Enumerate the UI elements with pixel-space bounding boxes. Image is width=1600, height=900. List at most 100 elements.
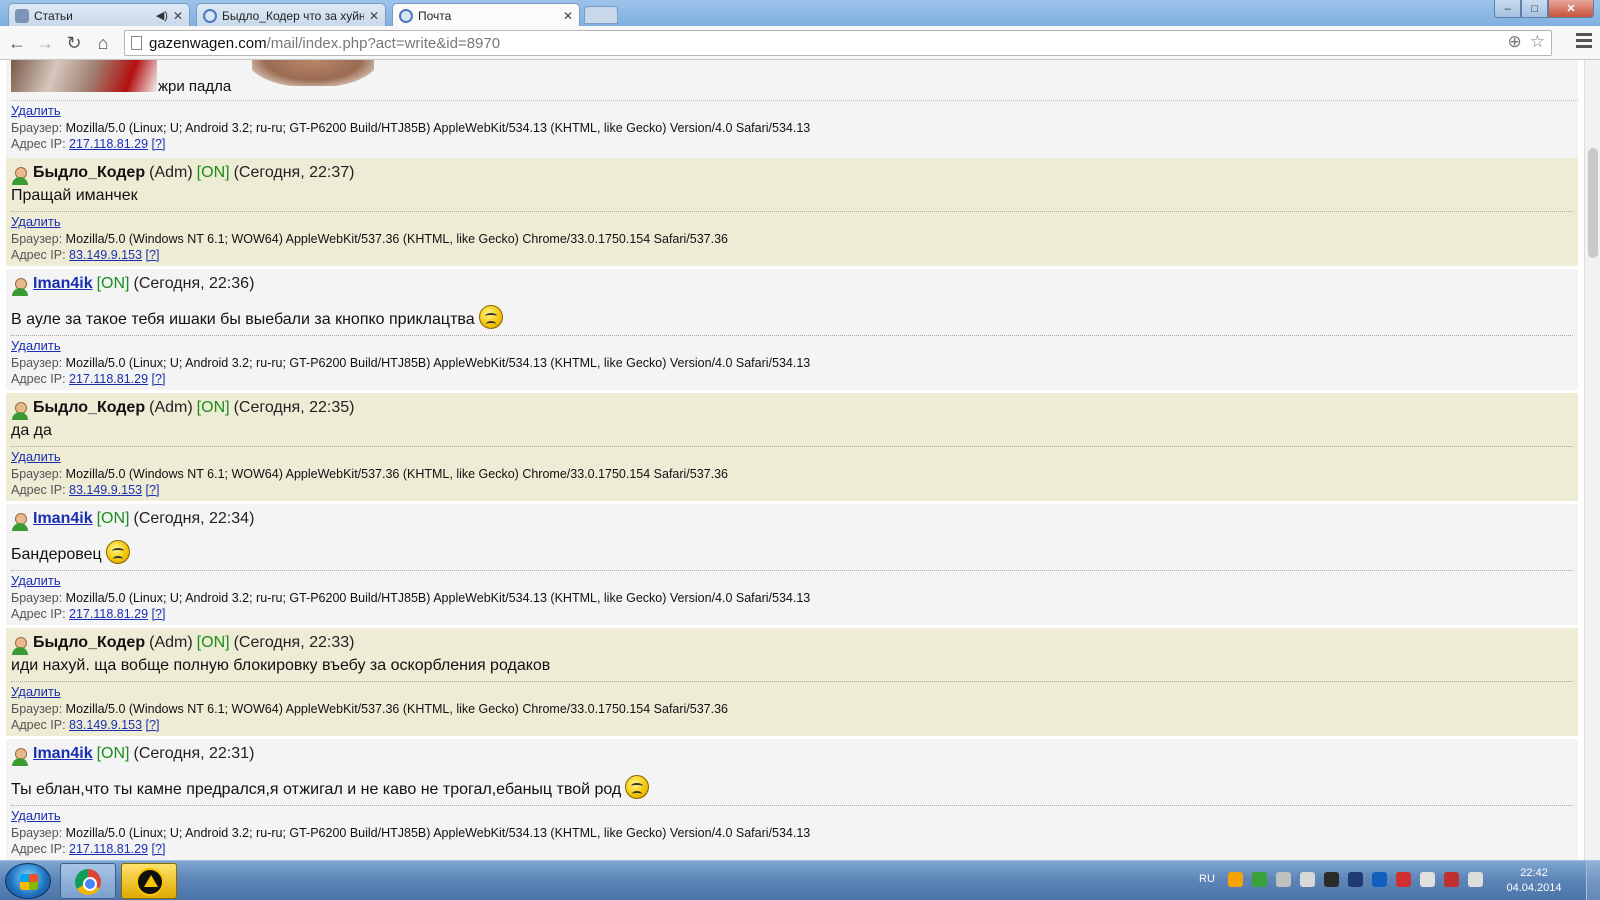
browser-label: Браузер: xyxy=(11,356,63,370)
delete-link[interactable]: Удалить xyxy=(11,449,61,464)
online-status: [ON] xyxy=(96,745,130,762)
message-text: жри падла xyxy=(158,78,232,95)
tray-icon[interactable] xyxy=(1468,872,1483,887)
user-agent: Mozilla/5.0 (Windows NT 6.1; WOW64) Appl… xyxy=(65,702,729,716)
message-header: Iman4ik [ON] (Сегодня, 22:36) xyxy=(11,273,1573,296)
delete-link[interactable]: Удалить xyxy=(11,338,61,353)
reload-icon[interactable]: ↻ xyxy=(63,32,85,54)
ip-help-link[interactable]: [?] xyxy=(152,607,166,621)
browser-label: Браузер: xyxy=(11,232,63,246)
scrollbar-thumb[interactable] xyxy=(1588,148,1598,258)
page-icon xyxy=(131,36,142,50)
user-name[interactable]: Iman4ik xyxy=(33,745,93,763)
message-time: (Сегодня, 22:36) xyxy=(133,275,255,292)
star-icon[interactable]: ☆ xyxy=(1530,32,1545,52)
user-agent: Mozilla/5.0 (Linux; U; Android 3.2; ru-r… xyxy=(65,356,811,370)
message-text: да да xyxy=(11,422,52,439)
taskbar-chrome[interactable] xyxy=(60,863,116,899)
attached-photo[interactable] xyxy=(11,60,157,92)
ip-help-link[interactable]: [?] xyxy=(152,137,166,151)
ip-link[interactable]: 217.118.81.29 xyxy=(69,372,148,386)
zoom-icon[interactable]: ⊕ xyxy=(1508,32,1522,52)
online-status: [ON] xyxy=(196,634,230,651)
tray-icon[interactable] xyxy=(1300,872,1315,887)
ip-info: Адрес IP: 217.118.81.29 [?] xyxy=(11,371,1573,387)
delete-link[interactable]: Удалить xyxy=(11,214,61,229)
tray-icon[interactable] xyxy=(1372,872,1387,887)
ip-link[interactable]: 83.149.9.153 xyxy=(69,718,142,732)
language-indicator[interactable]: RU xyxy=(1199,873,1215,885)
divider xyxy=(11,570,1573,571)
divider xyxy=(11,211,1573,212)
ip-help-link[interactable]: [?] xyxy=(146,483,160,497)
scrollbar[interactable] xyxy=(1584,60,1600,860)
delete-link[interactable]: Удалить xyxy=(11,573,61,588)
ip-link[interactable]: 217.118.81.29 xyxy=(69,137,148,151)
tray-icon[interactable] xyxy=(1396,872,1411,887)
ip-help-link[interactable]: [?] xyxy=(152,842,166,856)
tray-icon[interactable] xyxy=(1444,872,1459,887)
message-block: Быдло_Кодер (Adm) [ON] (Сегодня, 22:35) да д… xyxy=(6,393,1578,501)
clock[interactable]: 22:42 04.04.2014 xyxy=(1498,866,1570,896)
divider xyxy=(11,805,1573,806)
system-tray xyxy=(1228,872,1483,887)
page-icon xyxy=(15,8,29,23)
message-block: Iman4ik [ON] (Сегодня, 22:34) Бандеровец Уда… xyxy=(6,504,1578,625)
message-block: Iman4ik [ON] (Сегодня, 22:36) В ауле за так… xyxy=(6,269,1578,390)
delete-link[interactable]: Удалить xyxy=(11,808,61,823)
maximize-button[interactable]: □ xyxy=(1521,0,1548,18)
attached-image[interactable] xyxy=(252,60,374,86)
tab-title: Быдло_Кодер что за хуйн xyxy=(222,8,364,23)
tray-icon[interactable] xyxy=(1324,872,1339,887)
ip-label: Адрес IP: xyxy=(11,137,66,151)
message-text: Ты еблан,что ты камне предрался,я отжига… xyxy=(11,781,622,798)
ip-link[interactable]: 217.118.81.29 xyxy=(69,842,148,856)
browser-info: Браузер: Mozilla/5.0 (Linux; U; Android … xyxy=(11,355,1573,371)
tray-icon[interactable] xyxy=(1348,872,1363,887)
tray-icon[interactable] xyxy=(1420,872,1435,887)
tab-bydlo-koder[interactable]: Быдло_Кодер что за хуйн ✕ xyxy=(196,3,386,27)
menu-icon[interactable] xyxy=(1576,33,1592,49)
forward-arrow-icon[interactable]: → xyxy=(34,32,56,54)
ip-label: Адрес IP: xyxy=(11,372,66,386)
message-time: (Сегодня, 22:34) xyxy=(133,510,255,527)
home-icon[interactable]: ⌂ xyxy=(92,32,114,54)
user-name[interactable]: Iman4ik xyxy=(33,510,93,528)
message-header: Быдло_Кодер (Adm) [ON] (Сегодня, 22:37) xyxy=(11,162,1573,185)
tray-icon[interactable] xyxy=(1228,872,1243,887)
address-bar[interactable]: gazenwagen.com/mail/index.php?act=write&… xyxy=(124,30,1552,56)
taskbar-app-active[interactable] xyxy=(121,863,177,899)
role-badge: (Adm) xyxy=(149,634,193,651)
close-tab-icon[interactable]: ✕ xyxy=(369,9,379,23)
user-name[interactable]: Iman4ik xyxy=(33,275,93,293)
warning-app-icon xyxy=(136,868,164,896)
ip-help-link[interactable]: [?] xyxy=(146,248,160,262)
close-tab-icon[interactable]: ✕ xyxy=(173,9,183,23)
delete-link[interactable]: Удалить xyxy=(11,684,61,699)
new-tab-button[interactable] xyxy=(584,6,618,24)
start-button[interactable] xyxy=(5,863,51,899)
back-arrow-icon[interactable]: ← xyxy=(6,32,28,54)
message-time: (Сегодня, 22:33) xyxy=(233,634,355,651)
role-badge: (Adm) xyxy=(149,164,193,181)
ip-help-link[interactable]: [?] xyxy=(152,372,166,386)
ip-link[interactable]: 83.149.9.153 xyxy=(69,483,142,497)
speaker-icon[interactable]: ◀) xyxy=(156,9,168,22)
minimize-button[interactable]: – xyxy=(1494,0,1521,18)
tray-icon[interactable] xyxy=(1252,872,1267,887)
browser-info: Браузер: Mozilla/5.0 (Linux; U; Android … xyxy=(11,590,1573,606)
message-body: В ауле за такое тебя ишаки бы выебали за… xyxy=(11,295,1573,335)
tab-articles[interactable]: Статьи ◀) ✕ xyxy=(8,3,190,27)
close-window-button[interactable]: ✕ xyxy=(1548,0,1594,18)
show-desktop-button[interactable] xyxy=(1586,861,1600,900)
delete-link[interactable]: Удалить xyxy=(11,103,61,118)
tab-mail[interactable]: Почта ✕ xyxy=(392,3,580,27)
ip-help-link[interactable]: [?] xyxy=(146,718,160,732)
globe-icon xyxy=(203,8,217,23)
ip-link[interactable]: 83.149.9.153 xyxy=(69,248,142,262)
user-agent: Mozilla/5.0 (Linux; U; Android 3.2; ru-r… xyxy=(65,591,811,605)
tray-icon[interactable] xyxy=(1276,872,1291,887)
ip-link[interactable]: 217.118.81.29 xyxy=(69,607,148,621)
message-text: В ауле за такое тебя ишаки бы выебали за… xyxy=(11,311,475,328)
close-tab-icon[interactable]: ✕ xyxy=(563,9,573,23)
